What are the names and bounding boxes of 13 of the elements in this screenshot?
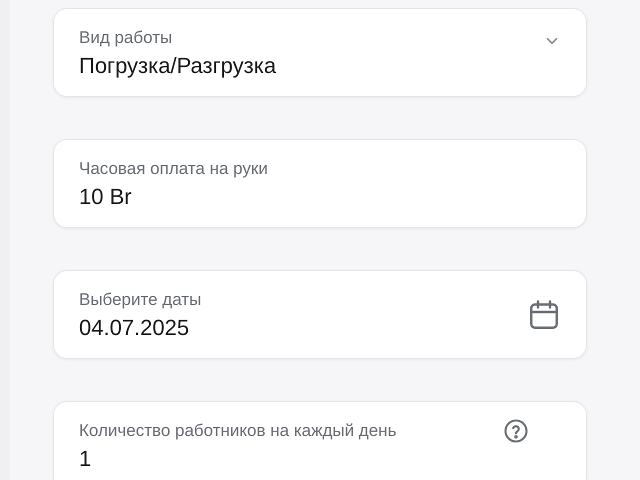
field-label: Количество работников на каждый день — [79, 420, 398, 442]
help-icon[interactable] — [502, 416, 530, 444]
field-label: Часовая оплата на руки — [79, 158, 269, 180]
field-label: Вид работы — [79, 26, 174, 48]
form-field[interactable]: Выберите даты 04.07.2025 — [53, 270, 587, 359]
field-value: 04.07.2025 — [79, 314, 190, 342]
form-field[interactable]: Вид работы Погрузка/Разгрузка — [53, 8, 587, 97]
field-label: Выберите даты — [79, 288, 202, 310]
field-value: Погрузка/Разгрузка — [79, 52, 278, 80]
form-field[interactable]: Часовая оплата на руки 10 Br — [53, 139, 587, 228]
form-field[interactable]: Количество работников на каждый день 1 — [53, 401, 587, 480]
field-value: 10 Br — [79, 182, 133, 210]
field-value: 1 — [79, 444, 92, 472]
